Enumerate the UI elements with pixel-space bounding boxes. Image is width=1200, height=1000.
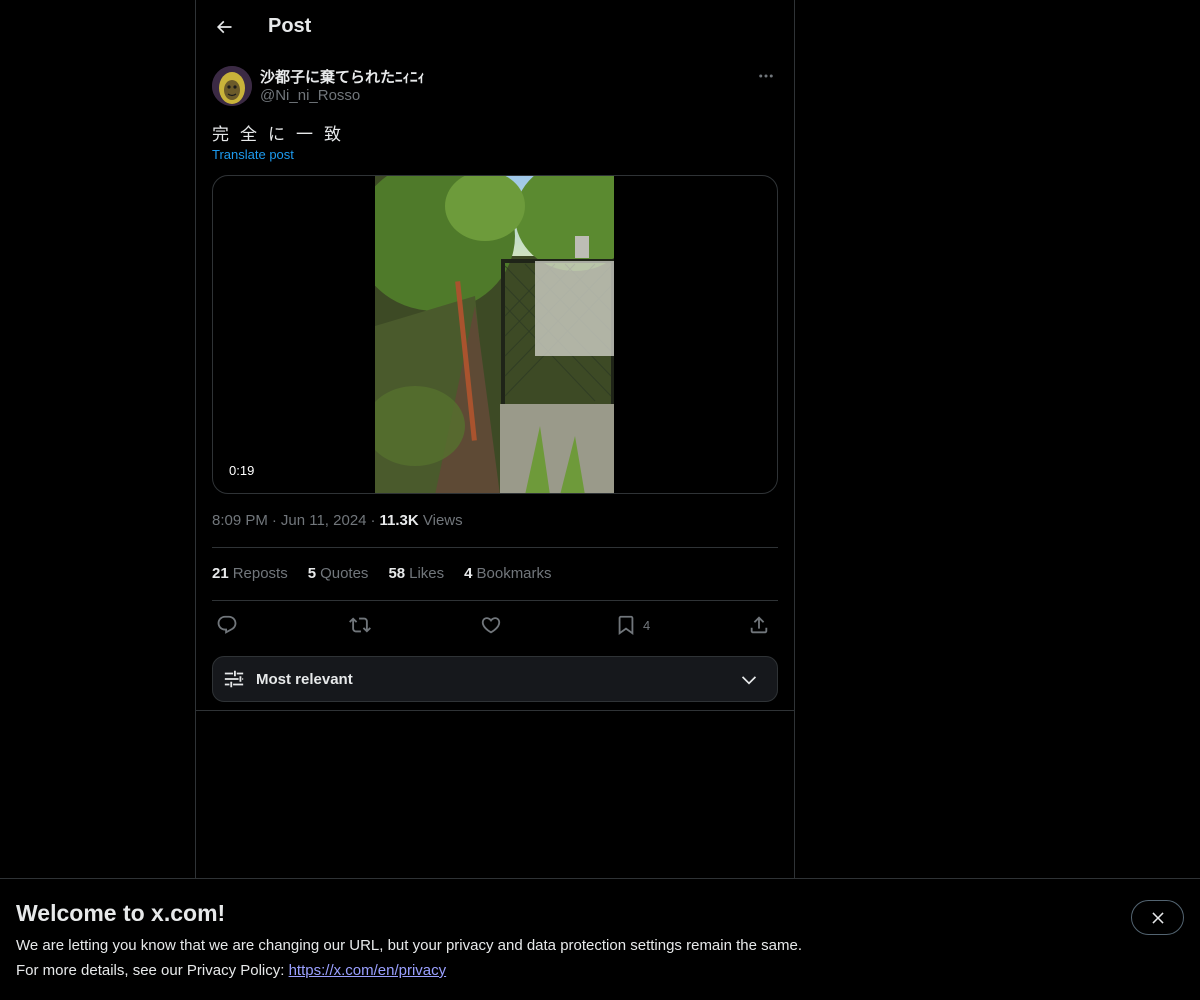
reply-icon [217,615,237,634]
post-meta: 8:09 PM · Jun 11, 2024 · 11.3K Views [212,512,463,529]
author-handle[interactable]: @Ni_ni_Rosso [260,87,360,104]
close-icon [1151,911,1164,924]
like-button[interactable] [480,612,502,638]
post-text: 完全に一致 [212,125,352,144]
back-arrow-icon [216,20,232,34]
divider [212,600,778,601]
bookmark-icon [618,615,634,636]
back-button[interactable] [208,11,240,43]
translate-post-link[interactable]: Translate post [212,147,294,162]
banner-title: Welcome to x.com! [16,900,226,926]
post-time[interactable]: 8:09 PM [212,512,268,529]
chevron-down-icon [741,676,757,685]
more-options-button[interactable] [754,64,778,88]
privacy-policy-link[interactable]: https://x.com/en/privacy [289,962,447,979]
post-video[interactable]: 0:19 [212,175,778,494]
like-icon [481,617,501,634]
banner-privacy-prefix: For more details, see our Privacy Policy… [16,962,289,979]
sort-label: Most relevant [256,671,353,688]
post-date[interactable]: Jun 11, 2024 [281,512,367,529]
post-author: 沙都子に棄てられたﾆｨﾆｨ @Ni_ni_Rosso [212,64,778,108]
reply-button[interactable] [216,612,238,638]
url-change-banner: Welcome to x.com! We are letting you kno… [0,878,1200,1000]
stat-reposts[interactable]: 21 Reposts [212,565,288,582]
bookmark-button[interactable]: 4 [615,612,650,638]
repost-icon [349,617,371,633]
close-banner-button[interactable] [1131,900,1184,935]
banner-message: We are letting you know that we are chan… [16,937,802,954]
sort-sliders-icon [224,670,244,688]
post-actions: 4 [212,612,778,638]
more-icon [759,74,773,78]
divider [196,710,794,711]
share-button[interactable] [748,612,770,638]
post-stats: 21 Reposts 5 Quotes 58 Likes 4 Bookmarks [212,565,552,582]
share-icon [750,616,768,634]
reply-sort-dropdown[interactable]: Most relevant [212,656,778,702]
avatar[interactable] [212,66,252,106]
views-label: Views [422,512,463,529]
stat-quotes[interactable]: 5 Quotes [308,565,369,582]
video-thumbnail [375,176,614,493]
page-title: Post [268,15,312,37]
author-display-name[interactable]: 沙都子に棄てられたﾆｨﾆｨ [260,66,425,87]
divider [212,547,778,548]
repost-button[interactable] [349,612,371,638]
page-header: Post [196,0,794,54]
views-count: 11.3K [379,512,419,529]
stat-bookmarks[interactable]: 4 Bookmarks [464,565,551,582]
bookmark-count: 4 [643,617,651,633]
video-duration: 0:19 [223,461,261,480]
banner-privacy-line: For more details, see our Privacy Policy… [16,962,446,979]
post-column: Post 沙都子に棄てられたﾆｨﾆｨ @Ni_ni_Rosso 完全に一致 Tr… [195,0,795,878]
stat-likes[interactable]: 58 Likes [388,565,444,582]
